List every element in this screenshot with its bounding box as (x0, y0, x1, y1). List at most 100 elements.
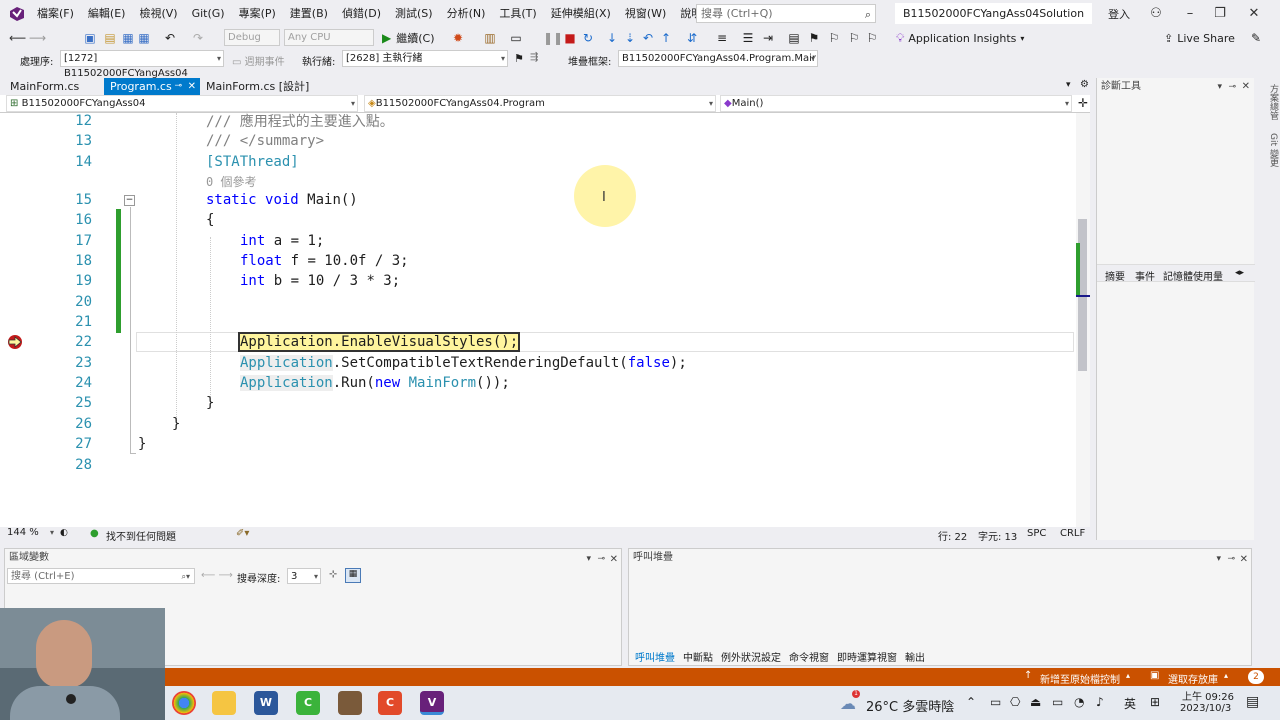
hex-icon[interactable]: ⇵ (685, 31, 699, 45)
visual-studio-taskbar-icon[interactable]: V (420, 691, 444, 715)
code-editor[interactable]: − 12 13 14 15 16 17 18 19 20 21 22 23 24… (0, 113, 1076, 527)
close-tab-icon[interactable]: ✕ (188, 78, 196, 95)
issues-text[interactable]: 找不到任何問題 (106, 528, 176, 543)
ime-indicator[interactable]: 英 (1124, 695, 1136, 712)
ai-icon[interactable]: ◐ (60, 528, 68, 538)
redo-icon[interactable]: ↷ (191, 31, 205, 45)
menu-item[interactable]: 延伸模組(X) (544, 0, 618, 28)
thread-select[interactable]: [2628] 主執行緒 ▾ (342, 50, 508, 67)
minimize-icon[interactable]: – (1180, 4, 1200, 24)
chrome-icon[interactable] (172, 691, 196, 715)
layout-icon[interactable]: ▭ (509, 31, 523, 45)
app-insights-button[interactable]: 💡︎ Application Insights ▾ (896, 30, 1024, 46)
filter-icon[interactable]: ⇶ (530, 52, 538, 63)
mic-icon[interactable]: ⎔ (1010, 695, 1020, 709)
select-repo-button[interactable]: 選取存放庫 (1168, 671, 1218, 686)
step-over-icon[interactable]: ⇣ (623, 31, 637, 45)
step-out-icon[interactable]: ↑ (659, 31, 673, 45)
menu-item[interactable]: 檢視(V) (132, 0, 184, 28)
zoom-select[interactable]: 144 % ▾ (4, 527, 56, 541)
battery-icon[interactable]: ▭ (1052, 695, 1063, 709)
collapse-icon[interactable]: − (124, 195, 135, 206)
notifications-badge[interactable]: 2 (1248, 670, 1264, 684)
tab-mainform-cs[interactable]: MainForm.cs (4, 78, 85, 95)
file-explorer-icon[interactable] (212, 691, 236, 715)
undo-icon[interactable]: ↶ (163, 31, 177, 45)
git-changes-tab[interactable]: Git 變更 (1268, 133, 1278, 167)
save-all-icon[interactable]: ▦ (137, 31, 151, 45)
nav-arrows-icon[interactable]: ⟵ ⟶ (201, 570, 233, 581)
settings-icon[interactable]: ⚙ (1080, 79, 1089, 90)
view-toggle-icon[interactable]: ▦ (345, 568, 361, 583)
flag-icon[interactable]: ⚑ (514, 52, 524, 65)
browse-icon[interactable]: ▥ (483, 31, 497, 45)
stack-frame-select[interactable]: B11502000FCYangAss04.Program.Mair ▾ (618, 50, 818, 67)
live-share-button[interactable]: ⇪ Live Share (1164, 30, 1235, 46)
volume-icon[interactable]: ♪ (1096, 695, 1104, 709)
ime-mode-icon[interactable]: ⊞ (1150, 695, 1160, 709)
pin-icon[interactable]: ⊸ (597, 551, 605, 568)
tab-scroll-icon[interactable]: ◂▸ (1235, 268, 1244, 278)
stop-icon[interactable]: ■ (563, 31, 577, 45)
close-icon[interactable]: ✕ (1240, 551, 1248, 568)
maximize-icon[interactable]: ❐ (1210, 4, 1230, 24)
tray-expand-icon[interactable]: ⌃ (966, 695, 976, 709)
chevron-down-icon[interactable]: ▾ (586, 551, 591, 568)
visual-studio-logo-icon[interactable] (8, 5, 26, 23)
notification-center-icon[interactable]: ▤ (1246, 694, 1259, 710)
menu-item[interactable]: 編輯(E) (81, 0, 133, 28)
menu-item[interactable]: 測試(S) (388, 0, 440, 28)
tab-command-window[interactable]: 命令視窗 (785, 649, 833, 664)
solution-explorer-tab[interactable]: 方案總管 (1268, 84, 1278, 120)
step-into-icon[interactable]: ↓ (605, 31, 619, 45)
class-select[interactable]: ◈B11502000FCYangAss04.Program ▾ (364, 95, 716, 112)
back-icon[interactable]: ⟵ (9, 31, 26, 45)
menu-item[interactable]: 偵錯(D) (335, 0, 388, 28)
split-window-icon[interactable]: ✛ (1078, 96, 1088, 110)
tab-events[interactable]: 事件 (1135, 268, 1155, 283)
network-icon[interactable]: ▭ (990, 695, 1001, 709)
clock-date[interactable]: 2023/10/3 (1180, 703, 1231, 714)
save-icon[interactable]: ▦ (121, 31, 135, 45)
forward-icon[interactable]: ⟶ (29, 31, 46, 45)
menu-item[interactable]: 工具(T) (492, 0, 543, 28)
wifi-icon[interactable]: ◔ (1074, 695, 1084, 709)
next-bookmark-icon[interactable]: ⚐ (847, 31, 861, 45)
word-icon[interactable]: W (254, 691, 278, 715)
member-select[interactable]: ◆Main() ▾ (720, 95, 1072, 112)
close-icon[interactable]: ✕ (610, 551, 618, 568)
project-select[interactable]: ⊞ B11502000FCYangAss04 ▾ (6, 95, 358, 112)
menu-item[interactable]: 建置(B) (283, 0, 335, 28)
chevron-down-icon[interactable]: ▾ (1217, 78, 1222, 96)
pin-icon[interactable]: ⊸ (1228, 78, 1236, 96)
bookmark-icon[interactable]: ⚑ (807, 31, 821, 45)
line-ending-indicator[interactable]: CRLF (1060, 528, 1085, 539)
step-back-icon[interactable]: ↶ (641, 31, 655, 45)
reference-count-link[interactable]: 0 個參考 (206, 173, 256, 190)
tab-exception-settings[interactable]: 例外狀況設定 (717, 649, 785, 664)
bookmark-list-icon[interactable]: ☰ (741, 31, 755, 45)
new-file-icon[interactable]: ▣ (83, 31, 97, 45)
menu-item[interactable]: Git(G) (185, 0, 232, 28)
tab-overflow-icon[interactable]: ▾ (1066, 80, 1071, 90)
feedback-icon[interactable]: ✎ (1249, 31, 1263, 45)
indent-icon[interactable]: ⇥ (761, 31, 775, 45)
lifecycle-events-label[interactable]: ▭ 週期事件 (232, 53, 285, 68)
pin-icon[interactable]: ⊸ (1227, 551, 1235, 568)
search-depth-select[interactable]: 3 ▾ (287, 568, 321, 584)
menu-item[interactable]: 視窗(W) (618, 0, 673, 28)
tab-summary[interactable]: 摘要 (1105, 268, 1125, 283)
tab-mainform-designer[interactable]: MainForm.cs [設計] (200, 78, 315, 95)
clear-bookmark-icon[interactable]: ⚐ (865, 31, 879, 45)
tab-program-cs[interactable]: Program.cs ⊸ ✕ (104, 78, 200, 95)
editor-scrollbar[interactable] (1076, 113, 1090, 527)
tab-memory-usage[interactable]: 記憶體使用量 (1163, 268, 1223, 283)
open-folder-icon[interactable]: ▤ (103, 31, 117, 45)
app-tools-icon[interactable] (338, 691, 362, 715)
tab-output[interactable]: 輸出 (901, 649, 929, 664)
pin-icon[interactable]: ⊸ (174, 78, 182, 95)
clock-time[interactable]: 上午 09:26 (1182, 688, 1234, 703)
chevron-down-icon[interactable]: ▾ (1216, 551, 1221, 568)
tab-breakpoints[interactable]: 中斷點 (679, 649, 717, 664)
restart-icon[interactable]: ↻ (581, 31, 595, 45)
